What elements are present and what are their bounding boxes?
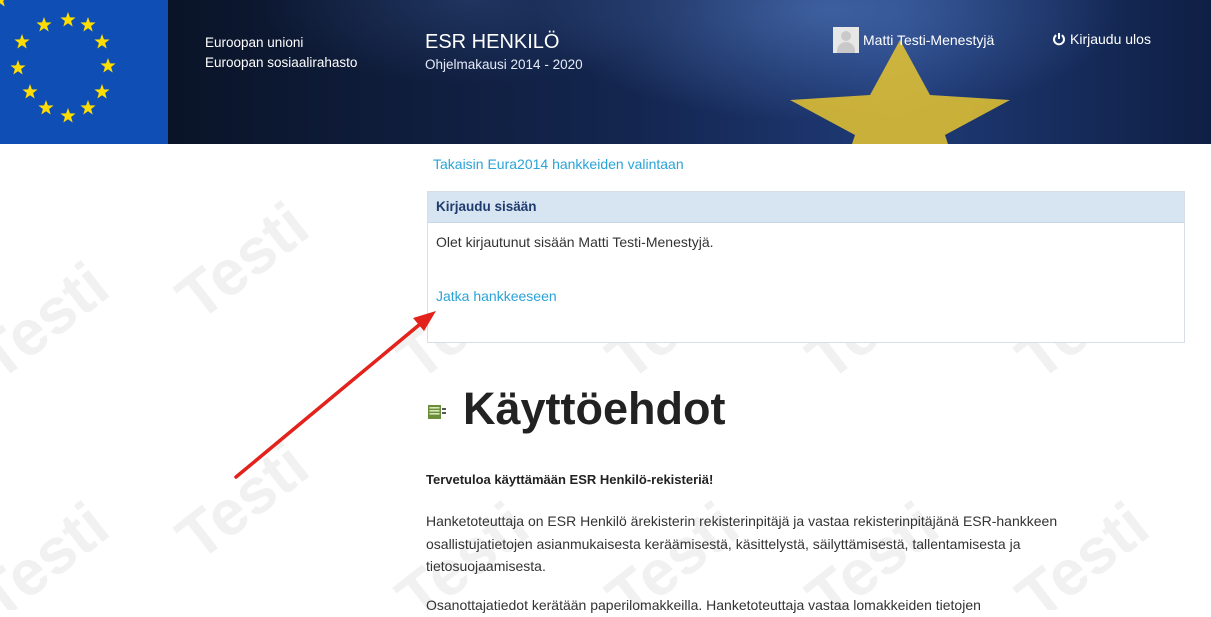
login-status-message: Olet kirjautunut sisään Matti Testi-Mene…: [436, 234, 714, 250]
user-name: Matti Testi-Menestyjä: [863, 32, 995, 48]
watermark-text: Testi: [0, 248, 122, 394]
login-panel-heading: Kirjaudu sisään: [428, 192, 1184, 223]
user-avatar-icon: [833, 27, 859, 53]
eu-line2: Euroopan sosiaalirahasto: [205, 55, 358, 70]
user-menu[interactable]: Matti Testi-Menestyjä: [833, 27, 994, 53]
power-icon: [1053, 33, 1065, 46]
welcome-heading: Tervetuloa käyttämään ESR Henkilö-rekist…: [426, 472, 714, 487]
eu-label: Euroopan unioni Euroopan sosiaalirahasto: [205, 33, 357, 73]
login-panel: Kirjaudu sisään Olet kirjautunut sisään …: [427, 191, 1185, 343]
site-header: Euroopan unioni Euroopan sosiaalirahasto…: [0, 0, 1211, 144]
app-subtitle: Ohjelmakausi 2014 - 2020: [425, 57, 583, 72]
watermark-text: Testi: [163, 428, 322, 574]
header-star-graphic: [790, 40, 1010, 144]
continue-to-project-link[interactable]: Jatka hankkeeseen: [436, 288, 557, 304]
eu-line1: Euroopan unioni: [205, 35, 304, 50]
back-to-projects-link[interactable]: Takaisin Eura2014 hankkeiden valintaan: [433, 156, 684, 172]
terms-paragraph: Osanottajatiedot kerätään paperilomakkei…: [426, 597, 981, 613]
logout-label: Kirjaudu ulos: [1070, 31, 1151, 47]
eu-flag-icon: [0, 0, 168, 144]
watermark-text: Testi: [0, 488, 122, 610]
terms-paragraph: Hanketoteuttaja on ESR Henkilö ärekister…: [426, 513, 1058, 574]
page-title: Käyttöehdot: [463, 383, 726, 434]
document-icon: [428, 405, 446, 419]
watermark-text: Testi: [163, 188, 322, 334]
logout-button[interactable]: Kirjaudu ulos: [1052, 31, 1151, 47]
app-title: ESR HENKILÖ: [425, 31, 560, 53]
